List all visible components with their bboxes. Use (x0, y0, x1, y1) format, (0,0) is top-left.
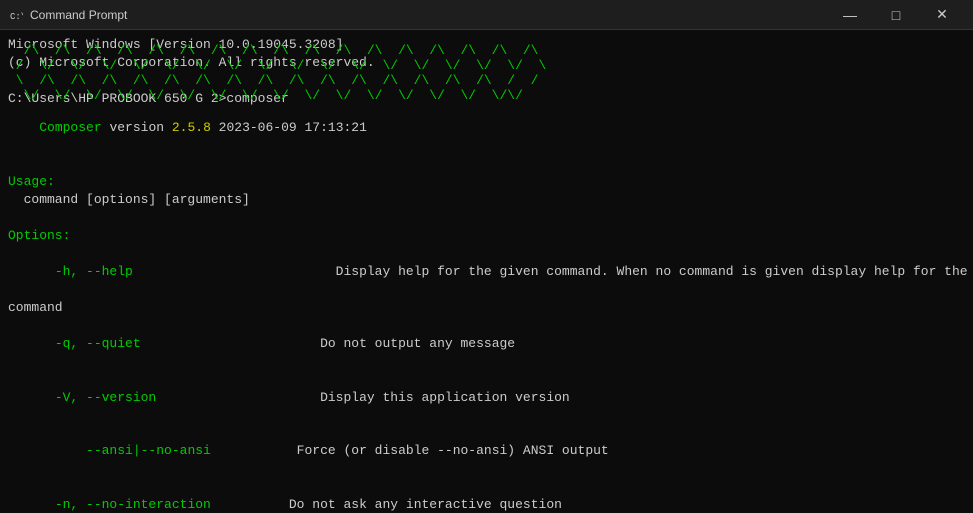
title-bar-icon: C:\ (8, 7, 24, 23)
title-bar-text: Command Prompt (30, 8, 827, 22)
blank-line-3 (8, 209, 965, 227)
version-desc: Display this application version (156, 390, 569, 405)
options-label: Options: (8, 227, 965, 245)
quiet-desc: Do not output any message (141, 336, 515, 351)
quiet-flag: -q, --quiet (39, 336, 140, 351)
no-interaction-desc: Do not ask any interactive question (211, 497, 562, 512)
title-bar: C:\ Command Prompt — □ ✕ (0, 0, 973, 30)
no-interaction-flag: -n, --no-interaction (39, 497, 211, 512)
ascii-art-block: /\ /\ /\ /\ /\ /\ /\ /\ /\ /\ /\ /\ /\ /… (8, 44, 965, 104)
cmd-icon: C:\ (9, 8, 23, 22)
close-button[interactable]: ✕ (919, 0, 965, 30)
title-bar-controls: — □ ✕ (827, 0, 965, 30)
help-line: -h, --help Display help for the given co… (8, 245, 965, 299)
composer-label: Composer (39, 120, 101, 135)
ascii-pre: /\ /\ /\ /\ /\ /\ /\ /\ /\ /\ /\ /\ /\ /… (8, 44, 965, 104)
version-line: -V, --version Display this application v… (8, 371, 965, 425)
version-number: 2.5.8 (172, 120, 211, 135)
usage-command: command [options] [arguments] (8, 191, 965, 209)
help-flag: -h, --help (39, 264, 133, 279)
maximize-button[interactable]: □ (873, 0, 919, 30)
version-flag: -V, --version (39, 390, 156, 405)
version-prefix: version (102, 120, 172, 135)
no-interaction-line: -n, --no-interaction Do not ask any inte… (8, 478, 965, 513)
version-date: 2023-06-09 17:13:21 (211, 120, 367, 135)
usage-label: Usage: (8, 173, 965, 191)
composer-version-line: Composer version 2.5.8 2023-06-09 17:13:… (8, 102, 965, 156)
command-line: command (8, 299, 965, 317)
svg-text:C:\: C:\ (10, 12, 23, 22)
ansi-line: --ansi|--no-ansi Force (or disable --no-… (8, 424, 965, 478)
quiet-line: -q, --quiet Do not output any message (8, 317, 965, 371)
blank-line-2 (8, 155, 965, 173)
console: Microsoft Windows [Version 10.0.19045.32… (0, 30, 973, 513)
ansi-desc: Force (or disable --no-ansi) ANSI output (211, 443, 609, 458)
help-desc: Display help for the given command. When… (133, 264, 973, 279)
minimize-button[interactable]: — (827, 0, 873, 30)
ansi-flag: --ansi|--no-ansi (39, 443, 211, 458)
